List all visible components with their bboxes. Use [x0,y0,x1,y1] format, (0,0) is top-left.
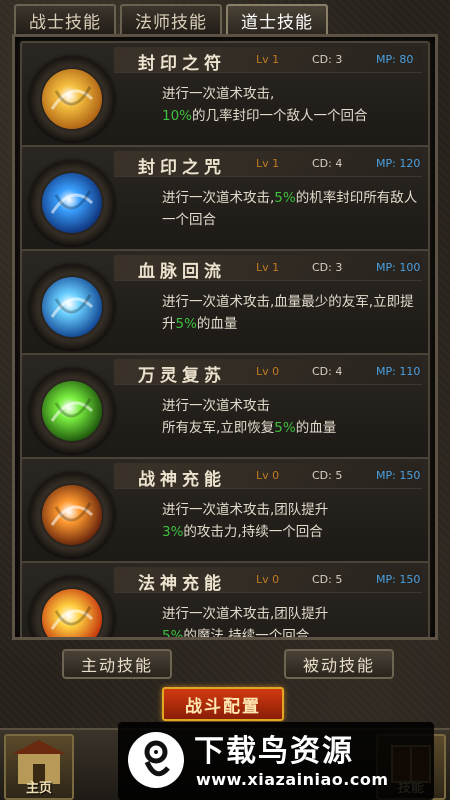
skill-header: 封印之符 Lv 1 CD: 3 MP: 80 [114,47,422,74]
skill-name: 战神充能 [138,470,226,490]
skill-cooldown: CD: 5 [312,573,343,586]
skill-chance-value: 10% [162,108,193,124]
skill-icon-frame [30,473,114,557]
skill-mana-cost: MP: 110 [376,365,421,378]
skill-description-text: 所有友军,立即恢复 [162,420,275,436]
skill-list[interactable]: 封印之符 Lv 1 CD: 3 MP: 80 进行一次道术攻击, 10%的几率封印一个敌人… [12,34,438,640]
skill-cooldown: CD: 3 [312,261,343,274]
skill-mana-cost: MP: 80 [376,53,414,66]
skill-level: Lv 0 [256,365,280,378]
skill-header: 血脉回流 Lv 1 CD: 3 MP: 100 [114,255,422,282]
skill-cooldown: CD: 3 [312,53,343,66]
skill-chance-value: 3% [162,524,184,540]
skill-description-text: 的魔法,持续一个回合 [183,628,310,640]
skill-cooldown: CD: 4 [312,365,343,378]
skill-header: 法神充能 Lv 0 CD: 5 MP: 150 [114,567,422,594]
skill-description-text: 的几率封印一个敌人一个回合 [192,108,368,124]
skill-icon-frame [30,161,114,245]
active-skills-button[interactable]: 主动技能 [62,649,172,679]
bird-logo-icon [128,732,184,788]
watermark-title: 下载鸟资源 [194,734,354,769]
skill-icon-frame [30,577,114,637]
skill-description-text: 的攻击力,持续一个回合 [183,524,323,540]
talisman-icon[interactable] [42,69,102,129]
watermark-url: www.xiazainiao.com [196,770,389,789]
skill-level: Lv 1 [256,53,280,66]
nav-home[interactable]: 主页 [4,734,74,800]
magic-god-burst-icon[interactable] [42,589,102,637]
seal-rune-icon[interactable] [42,173,102,233]
skill-level: Lv 1 [256,261,280,274]
skill-level: Lv 0 [256,469,280,482]
skill-description-text: 进行一次道术攻击 [162,398,270,414]
skill-entry[interactable]: 万灵复苏 Lv 0 CD: 4 MP: 110 进行一次道术攻击 所有友军,立即恢复5%的… [20,353,430,463]
skill-chance-value: 5% [274,190,296,206]
skill-entry[interactable]: 血脉回流 Lv 1 CD: 3 MP: 100 进行一次道术攻击,血量最少的友军,立即提… [20,249,430,359]
skill-icon-frame [30,57,114,141]
tab-warrior-skills[interactable]: 战士技能 [14,4,116,34]
skill-mana-cost: MP: 150 [376,573,421,586]
skill-description: 进行一次道术攻击,5%的机率封印所有敌人一个回合 [162,187,422,231]
blood-flow-icon[interactable] [42,277,102,337]
skill-chance-value: 5% [175,316,197,332]
watermark-banner: 下载鸟资源 www.xiazainiao.com [118,722,434,800]
skill-header: 战神充能 Lv 0 CD: 5 MP: 150 [114,463,422,490]
skill-name: 封印之咒 [138,158,226,178]
tab-mage-skills[interactable]: 法师技能 [120,4,222,34]
skill-description-text: 进行一次道术攻击,团队提升 [162,606,329,622]
skill-chance-value: 5% [162,628,184,640]
skill-level: Lv 0 [256,573,280,586]
skill-name: 法神充能 [138,574,226,594]
skill-name: 万灵复苏 [138,366,226,386]
skill-description: 进行一次道术攻击 所有友军,立即恢复5%的血量 [162,395,422,439]
skill-tabs: 战士技能 法师技能 道士技能 [14,4,436,34]
battle-config-button[interactable]: 战斗配置 [162,687,284,721]
skill-cooldown: CD: 4 [312,157,343,170]
skill-description: 进行一次道术攻击,团队提升 5%的魔法,持续一个回合 [162,603,422,640]
skill-mana-cost: MP: 100 [376,261,421,274]
skill-icon-frame [30,265,114,349]
skill-chance-value: 5% [274,420,296,436]
skill-entry[interactable]: 法神充能 Lv 0 CD: 5 MP: 150 进行一次道术攻击,团队提升 5%的魔法,持… [20,561,430,640]
skill-header: 封印之咒 Lv 1 CD: 4 MP: 120 [114,151,422,178]
skill-description: 进行一次道术攻击, 10%的几率封印一个敌人一个回合 [162,83,422,127]
passive-skills-button[interactable]: 被动技能 [284,649,394,679]
skill-icon-frame [30,369,114,453]
skill-entry[interactable]: 封印之符 Lv 1 CD: 3 MP: 80 进行一次道术攻击, 10%的几率封印一个敌人… [20,41,430,151]
skill-description: 进行一次道术攻击,团队提升 3%的攻击力,持续一个回合 [162,499,422,543]
skill-description-text: 进行一次道术攻击, [162,86,275,102]
skill-description: 进行一次道术攻击,血量最少的友军,立即提升5%的血量 [162,291,422,335]
skill-entry[interactable]: 战神充能 Lv 0 CD: 5 MP: 150 进行一次道术攻击,团队提升 3%的攻击力,… [20,457,430,567]
skill-cooldown: CD: 5 [312,469,343,482]
nav-home-label: 主页 [25,781,52,796]
war-god-sword-icon[interactable] [42,485,102,545]
tab-taoist-skills[interactable]: 道士技能 [226,4,328,34]
skill-header: 万灵复苏 Lv 0 CD: 4 MP: 110 [114,359,422,386]
skill-description-text: 的血量 [196,316,238,332]
skill-name: 血脉回流 [138,262,226,282]
revival-flame-icon[interactable] [42,381,102,441]
skill-level: Lv 1 [256,157,280,170]
skill-name: 封印之符 [138,54,226,74]
skill-description-text: 进行一次道术攻击,团队提升 [162,502,329,518]
skill-mana-cost: MP: 150 [376,469,421,482]
skill-description-text: 的血量 [295,420,337,436]
skill-description-text: 进行一次道术攻击, [162,190,275,206]
skill-mana-cost: MP: 120 [376,157,421,170]
skill-entry[interactable]: 封印之咒 Lv 1 CD: 4 MP: 120 进行一次道术攻击,5%的机率封印所有敌人… [20,145,430,255]
